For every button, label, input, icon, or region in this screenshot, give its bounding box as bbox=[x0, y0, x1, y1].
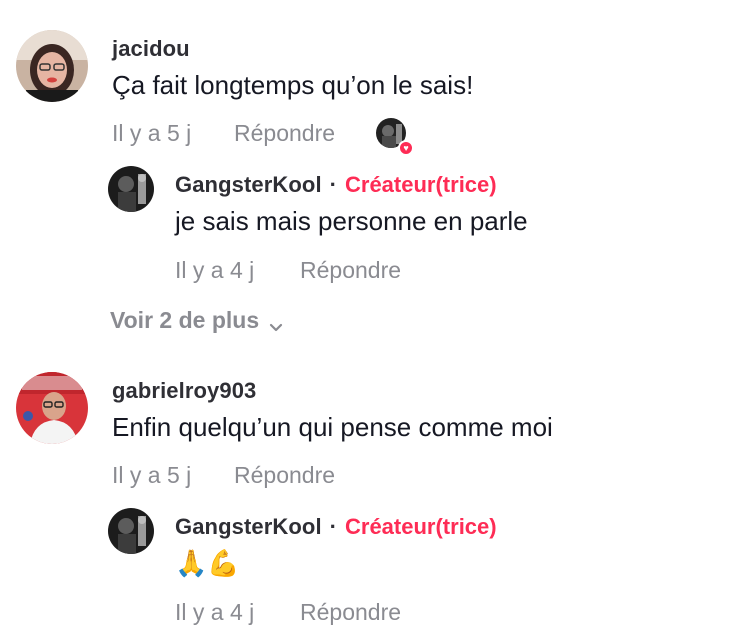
comment-username[interactable]: jacidou bbox=[112, 36, 190, 62]
reply-text: 🙏💪 bbox=[175, 548, 240, 578]
reply-timestamp: Il y a 4 j bbox=[175, 257, 255, 283]
chevron-down-icon bbox=[269, 314, 283, 331]
reply-button[interactable]: Répondre bbox=[300, 257, 401, 284]
reply-text: je sais mais personne en parle bbox=[175, 206, 528, 236]
separator-dot: · bbox=[329, 172, 337, 197]
avatar-gangsterkool[interactable] bbox=[108, 508, 154, 554]
comment-text: Ça fait longtemps qu’on le sais! bbox=[112, 70, 474, 100]
creator-liked-badge: ♥ bbox=[376, 118, 414, 156]
avatar-gangsterkool[interactable] bbox=[108, 166, 154, 212]
reply-button[interactable]: Répondre bbox=[234, 120, 335, 147]
comment-username[interactable]: gabrielroy903 bbox=[112, 378, 256, 404]
reply-header: GangsterKool · Créateur(trice) bbox=[175, 172, 497, 198]
creator-badge: Créateur(trice) bbox=[345, 514, 497, 539]
view-more-label: Voir 2 de plus bbox=[110, 307, 260, 333]
reply-timestamp: Il y a 4 j bbox=[175, 599, 255, 625]
creator-badge: Créateur(trice) bbox=[345, 172, 497, 197]
heart-icon: ♥ bbox=[398, 140, 414, 156]
separator-dot: · bbox=[329, 514, 337, 539]
comment-timestamp: Il y a 5 j bbox=[112, 120, 192, 146]
reply-username[interactable]: GangsterKool bbox=[175, 514, 322, 540]
view-more-replies-button[interactable]: Voir 2 de plus bbox=[110, 307, 283, 334]
reply-button[interactable]: Répondre bbox=[300, 599, 401, 626]
reply-header: GangsterKool · Créateur(trice) bbox=[175, 514, 497, 540]
reply-username[interactable]: GangsterKool bbox=[175, 172, 322, 198]
reply-button[interactable]: Répondre bbox=[234, 462, 335, 489]
avatar-gabrielroy903[interactable] bbox=[16, 372, 88, 444]
avatar-jacidou[interactable] bbox=[16, 30, 88, 102]
comment-timestamp: Il y a 5 j bbox=[112, 462, 192, 488]
comment-text: Enfin quelqu’un qui pense comme moi bbox=[112, 412, 553, 442]
